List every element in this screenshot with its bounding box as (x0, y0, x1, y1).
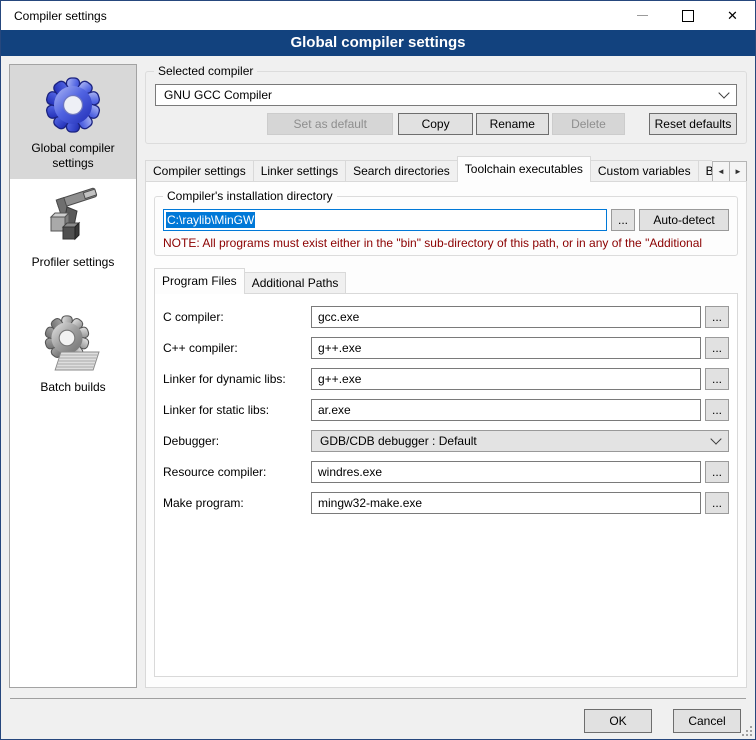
tab-linker-settings[interactable]: Linker settings (253, 160, 346, 182)
debugger-select[interactable]: GDB/CDB debugger : Default (311, 430, 729, 452)
reset-defaults-button[interactable]: Reset defaults (649, 113, 737, 135)
chevron-down-icon (718, 87, 729, 98)
browse-c-compiler-button[interactable]: ... (705, 306, 729, 328)
browse-linker-dynamic-button[interactable]: ... (705, 368, 729, 390)
maximize-icon (682, 10, 694, 22)
group-legend: Selected compiler (154, 64, 257, 78)
field-row-linker-dynamic: Linker for dynamic libs: ... (163, 368, 729, 390)
delete-button[interactable]: Delete (552, 113, 625, 135)
installation-directory-group: Compiler's installation directory C:\ray… (154, 196, 738, 256)
inner-tab-strip: Program Files Additional Paths (154, 268, 738, 294)
browse-cpp-compiler-button[interactable]: ... (705, 337, 729, 359)
make-program-input[interactable] (311, 492, 701, 514)
linker-static-input[interactable] (311, 399, 701, 421)
field-label: C compiler: (163, 310, 311, 324)
field-row-resource-compiler: Resource compiler: ... (163, 461, 729, 483)
program-files-page: C compiler: ... C++ compiler: ... Linker (154, 293, 738, 677)
chevron-down-icon (710, 433, 721, 444)
resize-grip[interactable] (742, 726, 753, 737)
field-label: Debugger: (163, 434, 311, 448)
field-label: Make program: (163, 496, 311, 510)
dialog-body: Global compiler settings (1, 56, 755, 698)
inner-tab-bar: Program Files Additional Paths (154, 268, 738, 294)
footer-buttons: OK Cancel (10, 699, 746, 733)
c-compiler-input[interactable] (311, 306, 701, 328)
browse-directory-button[interactable]: ... (611, 209, 635, 231)
page-title: Global compiler settings (290, 34, 465, 51)
browse-resource-compiler-button[interactable]: ... (705, 461, 729, 483)
field-label: Resource compiler: (163, 465, 311, 479)
linker-dynamic-input[interactable] (311, 368, 701, 390)
field-label: Linker for static libs: (163, 403, 311, 417)
sidebar-item-label: Global compiler settings (12, 141, 134, 171)
tab-custom-variables[interactable]: Custom variables (590, 160, 699, 182)
close-icon: ✕ (727, 9, 738, 22)
compiler-select-value: GNU GCC Compiler (164, 88, 720, 102)
tab-program-files[interactable]: Program Files (154, 268, 245, 294)
installation-directory-row: C:\raylib\MinGW ... Auto-detect (163, 209, 729, 231)
tab-scroll-buttons: ◄ ► (713, 161, 747, 182)
title-bar[interactable]: Compiler settings ✕ (1, 1, 755, 30)
caliper-icon (41, 187, 105, 251)
compiler-buttons-row: Set as default Copy Rename Delete Reset … (155, 113, 737, 135)
copy-button[interactable]: Copy (398, 113, 472, 135)
debugger-select-value: GDB/CDB debugger : Default (320, 434, 712, 448)
compiler-tab-control: Compiler settings Linker settings Search… (145, 156, 747, 688)
field-row-debugger: Debugger: GDB/CDB debugger : Default (163, 430, 729, 452)
group-legend: Compiler's installation directory (163, 189, 337, 203)
set-as-default-button[interactable]: Set as default (267, 113, 393, 135)
minimize-button[interactable] (620, 1, 665, 30)
browse-linker-static-button[interactable]: ... (705, 399, 729, 421)
field-label: C++ compiler: (163, 341, 311, 355)
window-controls: ✕ (620, 1, 755, 30)
program-files-tab-control: Program Files Additional Paths C compile… (154, 268, 738, 677)
selected-path-text: C:\raylib\MinGW (166, 212, 255, 228)
window-title: Compiler settings (1, 9, 107, 23)
sidebar-item-batch-builds[interactable]: Batch builds (10, 304, 136, 403)
main-panel: Selected compiler GNU GCC Compiler Set a… (145, 64, 747, 688)
tab-compiler-settings[interactable]: Compiler settings (145, 160, 254, 182)
cancel-button[interactable]: Cancel (673, 709, 741, 733)
field-row-make-program: Make program: ... (163, 492, 729, 514)
tab-toolchain-executables[interactable]: Toolchain executables (457, 156, 591, 182)
tab-scroll-right-icon[interactable]: ► (729, 161, 747, 182)
dialog-footer: OK Cancel (1, 698, 755, 739)
settings-category-sidebar: Global compiler settings (9, 64, 137, 688)
rename-button[interactable]: Rename (476, 113, 549, 135)
tab-search-directories[interactable]: Search directories (345, 160, 458, 182)
field-row-cpp-compiler: C++ compiler: ... (163, 337, 729, 359)
resource-compiler-input[interactable] (311, 461, 701, 483)
field-row-linker-static: Linker for static libs: ... (163, 399, 729, 421)
cpp-compiler-input[interactable] (311, 337, 701, 359)
ok-button[interactable]: OK (584, 709, 652, 733)
minimize-icon (637, 15, 648, 16)
sidebar-item-global-compiler-settings[interactable]: Global compiler settings (10, 65, 136, 179)
tab-scroll-left-icon[interactable]: ◄ (712, 161, 730, 182)
sidebar-item-label: Profiler settings (12, 255, 134, 270)
browse-make-program-button[interactable]: ... (705, 492, 729, 514)
tab-strip: Compiler settings Linker settings Search… (145, 156, 712, 182)
compiler-select[interactable]: GNU GCC Compiler (155, 84, 737, 106)
field-row-c-compiler: C compiler: ... (163, 306, 729, 328)
dialog-header-banner: Global compiler settings (1, 30, 755, 56)
installation-directory-input[interactable]: C:\raylib\MinGW (163, 209, 607, 231)
maximize-button[interactable] (665, 1, 710, 30)
toolchain-executables-page: Compiler's installation directory C:\ray… (145, 181, 747, 688)
sidebar-item-profiler-settings[interactable]: Profiler settings (10, 179, 136, 278)
field-label: Linker for dynamic libs: (163, 372, 311, 386)
compiler-settings-dialog: Compiler settings ✕ Global compiler sett… (0, 0, 756, 740)
auto-detect-button[interactable]: Auto-detect (639, 209, 729, 231)
gear-blue-icon (41, 73, 105, 137)
gear-stack-icon (41, 312, 105, 376)
tab-bar: Compiler settings Linker settings Search… (145, 156, 747, 182)
sidebar-item-label: Batch builds (12, 380, 134, 395)
tab-build-options[interactable]: Build options (698, 160, 712, 182)
bin-subdirectory-note: NOTE: All programs must exist either in … (163, 235, 729, 251)
close-button[interactable]: ✕ (710, 1, 755, 30)
tab-additional-paths[interactable]: Additional Paths (244, 272, 347, 294)
selected-compiler-group: Selected compiler GNU GCC Compiler Set a… (145, 71, 747, 144)
